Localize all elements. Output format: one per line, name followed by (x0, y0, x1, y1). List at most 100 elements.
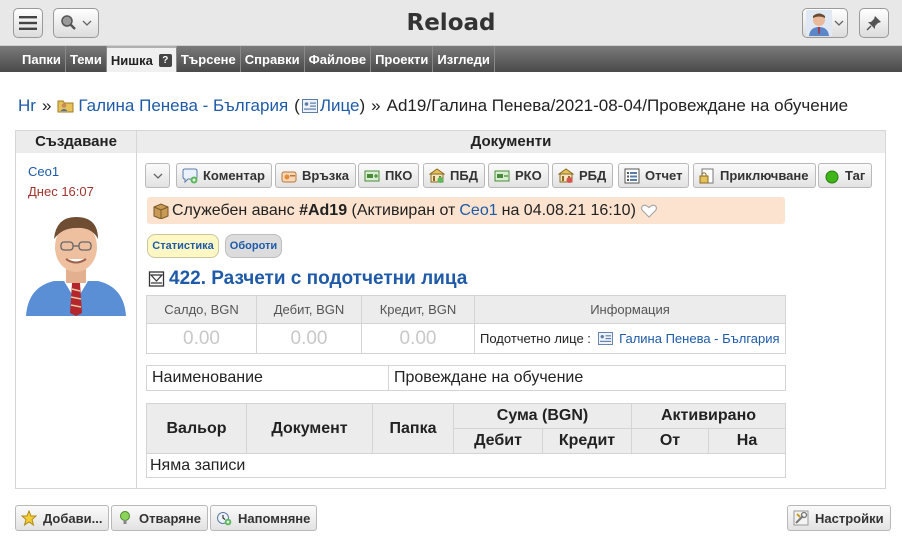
pin-button[interactable] (859, 8, 889, 38)
more-actions-dropdown[interactable] (145, 163, 170, 188)
app-title: Reload (406, 10, 496, 36)
advance-prefix: Служебен аванс (172, 201, 300, 219)
debit-header: Дебит, BGN (256, 295, 362, 324)
cash-out-icon (494, 170, 510, 181)
help-icon[interactable]: ? (158, 53, 172, 67)
empty-message: Няма записи (146, 453, 786, 478)
button-label: Таг (845, 168, 866, 183)
table-row: Наименование Провеждане на обучение (146, 365, 786, 391)
advance-banner: Служебен аванс #Ad19 (Активиран от Ceo1 … (147, 197, 785, 224)
tab-search[interactable]: Търсене (177, 46, 241, 72)
open-button[interactable]: Отваряне (111, 505, 208, 531)
breadcrumb-contact-link[interactable]: Галина Пенева - България (78, 96, 288, 116)
turnover-tab[interactable]: Обороти (225, 234, 282, 258)
valor-header: Вальор (146, 403, 247, 454)
settings-button[interactable]: Настройки (787, 505, 891, 531)
tab-strip: Папки Теми Нишка? Търсене Справки Файлов… (18, 46, 495, 72)
settings-tools-icon (793, 510, 809, 526)
from-subheader: От (631, 428, 709, 454)
tab-label: Справки (244, 51, 300, 67)
link-button[interactable]: Връзка (275, 163, 357, 188)
credit-value: 0.00 (361, 323, 475, 354)
contact-folder-icon (57, 100, 74, 113)
breadcrumb-separator: » (41, 96, 52, 115)
tab-views[interactable]: Изгледи (433, 46, 495, 72)
remind-button[interactable]: Напомняне (210, 505, 318, 531)
package-icon (153, 202, 169, 219)
document-header: Документ (246, 403, 373, 454)
open-bulb-icon (120, 511, 130, 524)
tag-button[interactable]: Таг (818, 163, 873, 188)
user-menu-button[interactable] (802, 8, 848, 38)
button-label: РБД (579, 168, 607, 183)
tab-files[interactable]: Файлове (305, 46, 372, 72)
link-icon (281, 171, 297, 182)
lock-document-icon (699, 168, 714, 183)
name-key: Наименование (146, 365, 389, 391)
button-label: Коментар (203, 168, 265, 183)
button-label: Настройки (815, 510, 884, 526)
button-label: Добави... (43, 510, 103, 526)
balance-table: Салдо, BGN Дебит, BGN Кредит, BGN Информ… (146, 295, 786, 354)
table-row: 0.00 0.00 0.00 Подотчетно лице : Галина … (146, 323, 786, 354)
tab-reports[interactable]: Справки (241, 46, 305, 72)
accountable-person-link[interactable]: Галина Пенева - България (619, 331, 779, 346)
pko-button[interactable]: ПКО (358, 163, 420, 188)
tag-dot-icon (825, 170, 839, 183)
report-button[interactable]: Отчет (618, 163, 690, 188)
breadcrumb-paren-open: ( (294, 96, 300, 115)
pbd-button[interactable]: ПБД (423, 163, 485, 188)
button-label: РКО (515, 168, 542, 183)
tab-label: Нишка (110, 52, 153, 68)
breadcrumb-folder-link[interactable]: Лице (320, 96, 360, 116)
table-header-row: Вальор Документ Папка Сума (BGN) Активир… (146, 403, 786, 454)
top-bar: Reload (0, 0, 902, 46)
breadcrumb: Hr » Галина Пенева - България ( Лице ) »… (18, 96, 848, 116)
info-header: Информация (474, 295, 786, 324)
person-card-icon (597, 332, 613, 345)
to-subheader: На (708, 428, 786, 454)
chevron-down-icon (834, 20, 844, 26)
tab-label: Търсене (180, 51, 236, 67)
report-icon (624, 168, 640, 183)
pin-icon (866, 16, 881, 31)
heart-icon[interactable] (640, 203, 658, 219)
tab-projects[interactable]: Проекти (371, 46, 434, 72)
folder-header: Папка (372, 403, 454, 454)
button-label: Напомняне (238, 510, 311, 526)
advance-date: на 04.08.21 16:10) (501, 201, 636, 219)
breadcrumb-separator: » (371, 96, 381, 115)
created-date: Днес 16:07 (28, 184, 94, 199)
info-label: Подотчетно лице : (480, 331, 591, 346)
bank-out-icon (558, 167, 574, 183)
alarm-clock-icon (217, 512, 232, 526)
comment-button[interactable]: Коментар (176, 163, 272, 188)
tab-topics[interactable]: Теми (66, 46, 107, 72)
account-book-icon (148, 271, 165, 287)
balance-value: 0.00 (146, 323, 257, 354)
user-avatar-icon (806, 10, 832, 36)
debit-value: 0.00 (256, 323, 362, 354)
advance-user-link[interactable]: Ceo1 (459, 202, 497, 220)
close-thread-button[interactable]: Приключване (693, 163, 816, 188)
rko-button[interactable]: РКО (488, 163, 549, 188)
breadcrumb-paren-close: ) (359, 96, 366, 115)
statistics-tab[interactable]: Статистика (147, 234, 219, 258)
tab-label: Изгледи (437, 51, 490, 67)
button-label: Връзка (302, 168, 350, 183)
cash-in-icon (364, 170, 380, 181)
tab-folders[interactable]: Папки (18, 46, 66, 72)
main-menu-bar: Папки Теми Нишка? Търсене Справки Файлов… (0, 46, 902, 72)
credit-subheader: Кредит (542, 428, 632, 454)
button-label: ПБД (450, 168, 478, 183)
add-button[interactable]: Добави... (15, 505, 110, 531)
rbd-button[interactable]: РБД (552, 163, 614, 188)
entries-table: Вальор Документ Папка Сума (BGN) Активир… (146, 403, 786, 478)
amount-header: Сума (BGN) (453, 403, 632, 429)
info-cell: Подотчетно лице : Галина Пенева - Българ… (474, 323, 786, 354)
column-header-created: Създаване (16, 131, 137, 153)
tab-thread[interactable]: Нишка? (106, 46, 177, 72)
tab-label: Папки (22, 51, 61, 67)
breadcrumb-root-link[interactable]: Hr (18, 96, 36, 116)
creator-link[interactable]: Ceo1 (28, 164, 59, 179)
